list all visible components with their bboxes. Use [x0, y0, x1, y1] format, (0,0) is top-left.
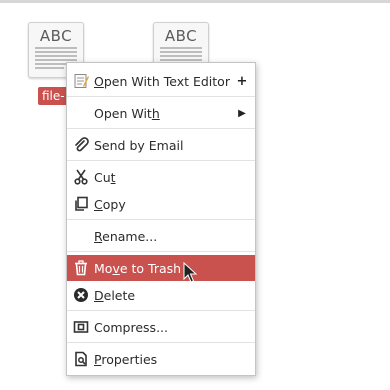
menu-item-label: Move to Trash [94, 260, 182, 276]
menu-item-open-with-text-editor[interactable]: Open With Text Editor + [67, 68, 255, 94]
menu-item-label: Copy [94, 196, 126, 212]
scissors-icon [73, 169, 89, 185]
menu-item-rename[interactable]: Rename... [67, 223, 255, 249]
menu-separator [67, 251, 255, 252]
menu-item-cut[interactable]: Cut [67, 164, 255, 190]
properties-icon [73, 351, 89, 367]
menu-item-properties[interactable]: Properties [67, 346, 255, 372]
menu-separator [67, 128, 255, 129]
menu-item-label: Delete [94, 287, 136, 303]
menu-item-label: Rename... [94, 228, 158, 244]
menu-item-copy[interactable]: Copy [67, 191, 255, 217]
top-edge-line [0, 0, 390, 3]
compress-icon [73, 319, 89, 335]
copy-icon [73, 196, 89, 212]
menu-separator [67, 310, 255, 311]
trash-icon [73, 260, 89, 276]
text-editor-icon [73, 73, 89, 89]
menu-item-label: Open With [94, 105, 160, 121]
menu-item-label: Open With Text Editor [94, 73, 230, 89]
delete-icon [73, 287, 89, 303]
menu-separator [67, 219, 255, 220]
menu-item-label: Cut [94, 169, 116, 185]
submenu-arrow-icon: ▶ [238, 107, 246, 119]
paperclip-icon [73, 137, 89, 153]
plus-icon: + [236, 73, 248, 89]
file-thumbnail-text: ABC [164, 27, 198, 45]
menu-separator [67, 160, 255, 161]
menu-item-label: Compress... [94, 319, 168, 335]
menu-item-delete[interactable]: Delete [67, 282, 255, 308]
menu-item-label: Send by Email [94, 137, 184, 153]
menu-item-move-to-trash[interactable]: Move to Trash [67, 255, 255, 281]
menu-item-open-with[interactable]: Open With ▶ [67, 100, 255, 126]
file-thumbnail-text: ABC [39, 27, 73, 45]
menu-item-compress[interactable]: Compress... [67, 314, 255, 340]
menu-separator [67, 342, 255, 343]
context-menu: Open With Text Editor + Open With ▶ Send… [66, 62, 256, 376]
menu-separator [67, 96, 255, 97]
menu-item-label: Properties [94, 351, 158, 367]
menu-item-send-by-email[interactable]: Send by Email [67, 132, 255, 158]
mouse-pointer-icon [183, 262, 197, 283]
